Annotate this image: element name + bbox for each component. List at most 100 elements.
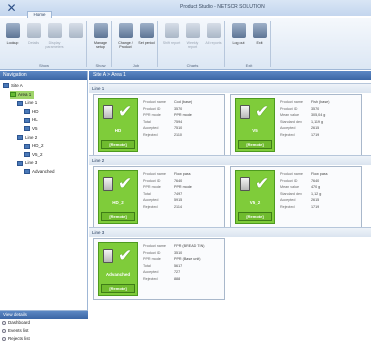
info-value: 3510 (174, 250, 183, 255)
machine-icon (24, 169, 30, 175)
ribbon-button[interactable]: Display parameters (45, 20, 64, 58)
ribbon-button[interactable]: Log out (229, 20, 248, 58)
tree-item[interactable]: HD_2 (24, 142, 44, 150)
view-option[interactable]: Events list (0, 327, 88, 335)
tree-item-label: HD (32, 108, 39, 114)
ribbon-button[interactable]: All reports (204, 20, 223, 58)
ribbon-button-icon (47, 23, 62, 38)
info-value: 470 g (311, 185, 321, 189)
machine-tile[interactable]: ✔ V5 [Remote] Product name Fish (base) Produc… (230, 94, 362, 156)
window-title: Product Studio - NETSCR SOLUTION (180, 4, 265, 10)
navigation-header: Navigation (0, 71, 87, 80)
info-value: FPR (BREAD TIN) (174, 244, 205, 248)
machine-info: Product name Fish (base) Product ID 3570 Mea… (280, 99, 360, 138)
folder-icon (17, 134, 23, 140)
ribbon-button[interactable]: Manage setup (91, 20, 110, 58)
check-icon: ✔ (118, 246, 133, 266)
ribbon-button-icon (164, 23, 179, 38)
ribbon-button[interactable]: Change / Product (116, 20, 135, 58)
radio-icon[interactable] (2, 328, 6, 333)
tree-item[interactable]: Line 2 (17, 134, 37, 142)
view-details-header: View details (0, 311, 88, 319)
view-details-panel: View details Dashboard Events list Rejects… (0, 310, 88, 358)
info-value: 5915 (174, 198, 183, 202)
ribbon-button[interactable] (66, 20, 85, 58)
tab-home[interactable]: Home (27, 11, 52, 18)
breadcrumb: Site A > Area 1 (89, 71, 371, 80)
line-section: Line 3 ✔ Advanched [Remote] Product name FPR … (89, 227, 371, 300)
machine-icon (24, 152, 30, 158)
tree-item-label: HL (32, 117, 38, 123)
info-value: 1719 (311, 132, 320, 137)
machine-icon (24, 143, 30, 149)
remote-button[interactable]: [Remote] (101, 140, 135, 149)
machine-info: Product name Flow pass Product ID 7640 Mean … (280, 171, 360, 210)
remote-button[interactable]: [Remote] (238, 212, 272, 221)
folder-icon (10, 91, 16, 97)
folder-icon (17, 160, 23, 166)
tree-item[interactable]: Line 3 (17, 159, 37, 167)
info-value: 5617 (174, 263, 183, 268)
radio-icon[interactable] (2, 320, 6, 325)
view-option-label: Events list (8, 328, 29, 333)
info-value: 7594 (174, 119, 183, 124)
view-option[interactable]: Rejects list (0, 335, 88, 343)
tree-item[interactable]: HL (24, 116, 38, 124)
ribbon-button[interactable]: Lookup (3, 20, 22, 58)
info-value: Flow pass (174, 172, 191, 176)
folder-icon (3, 83, 9, 89)
ribbon-button[interactable]: Details (24, 20, 43, 58)
tree-item[interactable]: Site A (3, 82, 23, 90)
info-value: 7640 (311, 178, 320, 183)
status-panel: ✔ HD_2 [Remote] (98, 170, 138, 224)
app-logo-icon[interactable]: ✕ (3, 1, 20, 15)
machine-icon (24, 126, 30, 132)
remote-button[interactable]: [Remote] (101, 212, 135, 221)
tree-item[interactable]: Advanched (24, 168, 55, 176)
tree-item[interactable]: V5_2 (24, 151, 43, 159)
ribbon-button[interactable]: Shift report (162, 20, 181, 58)
machine-icon (103, 105, 113, 119)
title-bar: ✕ Product Studio - NETSCR SOLUTION (0, 0, 371, 16)
ribbon-button-label: Change / Product (118, 41, 133, 49)
tree-item[interactable]: V5 (24, 125, 38, 133)
ribbon-button-icon (185, 23, 200, 38)
info-row: Rejected 1719 (280, 132, 360, 139)
ribbon-button[interactable]: Set period (137, 20, 156, 58)
view-option[interactable]: Dashboard (0, 319, 88, 327)
folder-icon (17, 100, 23, 106)
ribbon-button-label: Lookup (6, 41, 19, 45)
tree-item-label: V5 (32, 126, 38, 131)
ribbon-group-separator (111, 21, 112, 67)
tree-item-label: Line 2 (25, 134, 38, 140)
tree-item[interactable]: HD (24, 108, 39, 116)
tree-item[interactable]: Line 1 (17, 99, 37, 107)
tree-item[interactable]: Area 1 (10, 90, 35, 99)
ribbon-button[interactable]: Weekly report (183, 20, 202, 58)
ribbon-button-icon (139, 23, 154, 38)
ribbon-group-label: Show (38, 63, 49, 68)
machine-icon (240, 105, 250, 119)
info-key: Rejected (143, 132, 158, 137)
machine-tile[interactable]: ✔ Advanched [Remote] Product name FPR (BREAD… (93, 238, 225, 300)
info-value: PPR (Base unit) (174, 257, 201, 261)
info-value: PPR mode (174, 185, 192, 189)
info-value: 727 (174, 270, 181, 274)
remote-button[interactable]: [Remote] (101, 284, 135, 293)
line-section: Line 1 ✔ HD [Remote] Product name Cod (base) P… (89, 83, 371, 156)
machine-info: Product name FPR (BREAD TIN) Product ID 351… (143, 243, 223, 282)
info-row: Rejected 2114 (143, 204, 223, 211)
ribbon-group-separator (224, 21, 225, 67)
line-header: Line 3 (89, 228, 371, 237)
remote-button[interactable]: [Remote] (238, 140, 272, 149)
ribbon-button-icon (68, 23, 83, 38)
machine-tile[interactable]: ✔ HD_2 [Remote] Product name Flow pass Produc… (93, 166, 225, 228)
ribbon-button-label: Details (28, 41, 39, 45)
ribbon-button[interactable]: Exit (250, 20, 269, 58)
status-panel: ✔ Advanched [Remote] (98, 242, 138, 296)
line-section: Line 2 ✔ HD_2 [Remote] Product name Flow pass… (89, 155, 371, 228)
view-option-label: Dashboard (8, 320, 31, 325)
radio-icon[interactable] (2, 336, 6, 341)
machine-tile[interactable]: ✔ HD [Remote] Product name Cod (base) Product… (93, 94, 225, 156)
machine-tile[interactable]: ✔ V5_2 [Remote] Product name Flow pass Produc… (230, 166, 362, 228)
